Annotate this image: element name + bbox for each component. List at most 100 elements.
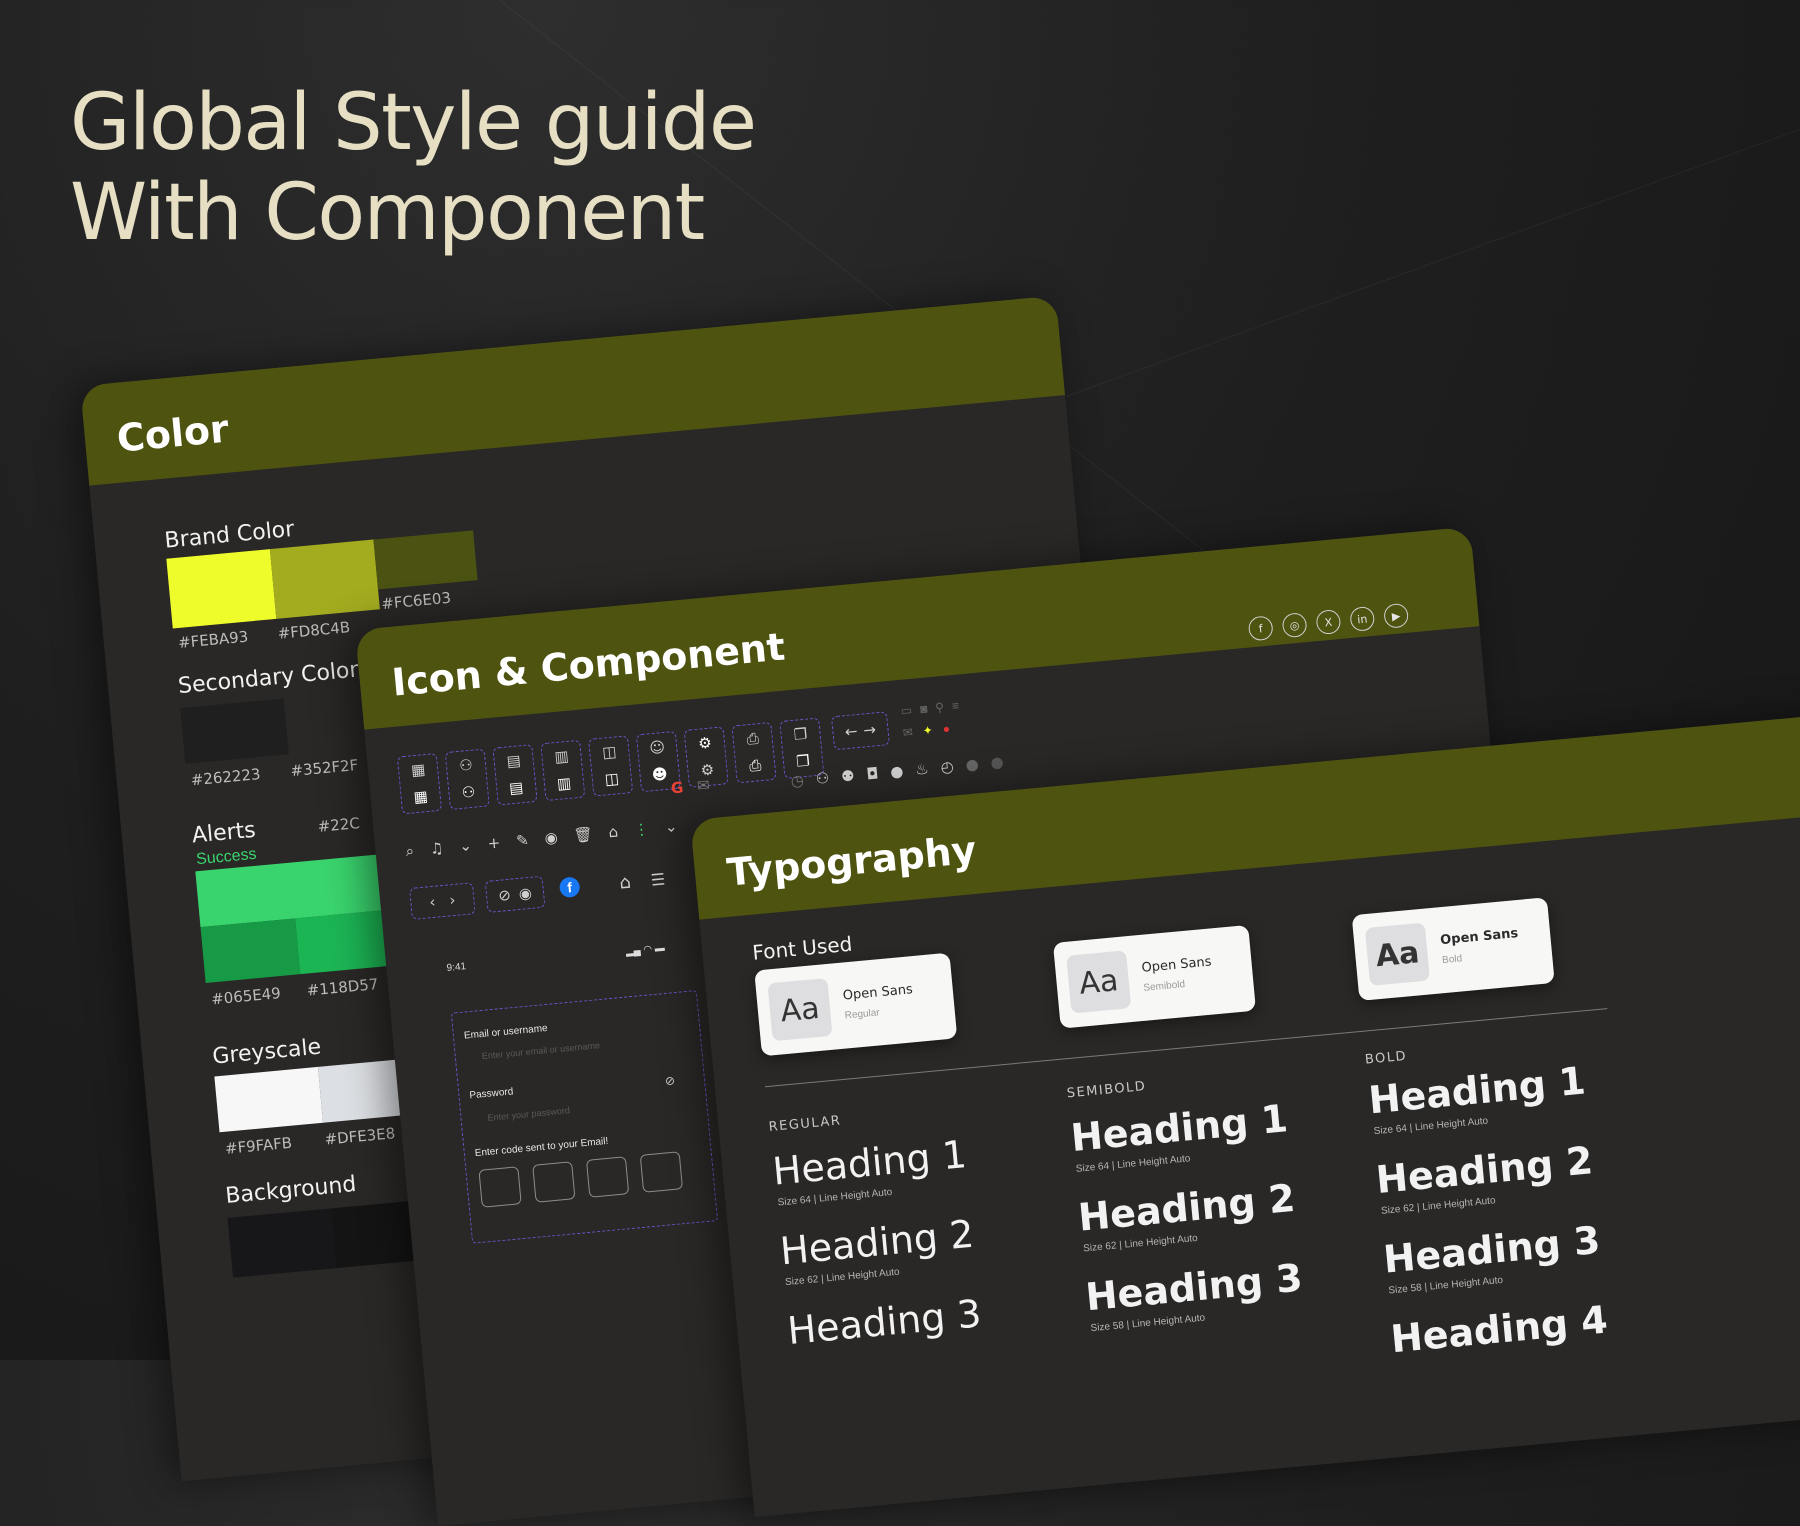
status-bar-icons: ▂▄ ◠ ▬ bbox=[625, 942, 666, 958]
linkedin-icon[interactable]: in bbox=[1349, 605, 1376, 632]
greyscale-hex-1: #F9FAFB bbox=[224, 1133, 293, 1158]
brand-hex-1: #FEBA93 bbox=[177, 627, 250, 652]
visibility-pair: ⊘ ◉ bbox=[484, 875, 546, 913]
table-icon-variants: ▥ ▥ bbox=[540, 739, 586, 802]
trash-icon[interactable]: 🗑 bbox=[573, 825, 594, 845]
search-icon[interactable]: ⌕ bbox=[405, 842, 415, 861]
greyscale-swatch-2 bbox=[317, 1059, 403, 1123]
edit-icon[interactable]: ✎ bbox=[515, 831, 529, 850]
alerts-hex-1: #065E49 bbox=[210, 984, 282, 1009]
bold-column-label: BOLD bbox=[1364, 1048, 1408, 1068]
font-sample-regular: Aa bbox=[767, 978, 833, 1042]
arrow-icon-pair: ← → bbox=[831, 711, 890, 751]
camera-icon: ◘ bbox=[865, 764, 880, 784]
chevron-right-icon[interactable]: › bbox=[449, 890, 457, 908]
chevron-icon[interactable]: ⌄ bbox=[664, 817, 678, 836]
arrow-right-icon[interactable]: → bbox=[863, 720, 877, 739]
otp-label: Enter code sent to your Email! bbox=[474, 1135, 609, 1160]
kebab-icon[interactable]: ⋮ bbox=[633, 820, 650, 839]
semibold-column-label: SEMIBOLD bbox=[1066, 1079, 1147, 1102]
hero-title: Global Style guide With Component bbox=[70, 78, 757, 258]
semibold-heading-2: Heading 2 bbox=[1076, 1175, 1297, 1240]
youtube-icon[interactable]: ▶ bbox=[1383, 602, 1410, 629]
pin-icon: ⚲ bbox=[934, 699, 945, 715]
bell-icon[interactable]: ♫ bbox=[429, 839, 444, 858]
color-card-title: Color bbox=[115, 406, 231, 461]
menu-icon: ≡ bbox=[951, 698, 960, 714]
social-brand-row: f ⌂ ☰ bbox=[558, 868, 666, 899]
background-swatch-2 bbox=[331, 1200, 417, 1269]
regular-heading-2: Heading 2 bbox=[778, 1211, 976, 1274]
list-document-icon[interactable]: ☰ bbox=[650, 869, 666, 889]
semibold-heading-1: Heading 1 bbox=[1068, 1096, 1290, 1161]
font-weight-bold: Bold bbox=[1441, 953, 1463, 967]
chevron-pair: ‹ › bbox=[409, 882, 476, 920]
bold-heading-3: Heading 3 bbox=[1381, 1217, 1603, 1282]
action-icons-row: ⌕ ♫ ⌄ + ✎ ◉ 🗑 ⌂ ⋮ ⌄ bbox=[405, 817, 678, 861]
clock-icon: ◷ bbox=[790, 771, 805, 791]
facebook-logo-icon[interactable]: f bbox=[558, 876, 581, 899]
background-line bbox=[1000, 112, 1800, 421]
x-twitter-icon[interactable]: X bbox=[1315, 608, 1342, 636]
camera-icon: ◙ bbox=[919, 701, 928, 717]
users-icon: ⚉ bbox=[840, 766, 856, 786]
sparkle-icon: ✦ bbox=[922, 723, 934, 738]
font-name-semibold: Open Sans bbox=[1140, 954, 1213, 976]
chevron-down-icon[interactable]: ⌄ bbox=[458, 836, 472, 855]
font-chip-bold: Aa Open Sans Bold bbox=[1351, 897, 1555, 1001]
eye-icon[interactable]: ◉ bbox=[544, 828, 559, 847]
background-swatch-1 bbox=[227, 1208, 337, 1278]
calendar-icon-variants: ▤ ▤ bbox=[492, 744, 538, 806]
group-icon-variants: ⚇ ⚇ bbox=[444, 748, 490, 810]
plus-icon[interactable]: + bbox=[487, 834, 501, 853]
chevron-left-icon[interactable]: ‹ bbox=[429, 892, 437, 910]
home-icon[interactable]: ⌂ bbox=[608, 823, 619, 842]
envelope-icon[interactable]: ✉ bbox=[696, 776, 710, 795]
regular-column-label: REGULAR bbox=[768, 1113, 842, 1136]
google-icon[interactable]: G bbox=[670, 778, 684, 797]
secondary-color-label: Secondary Color bbox=[177, 657, 360, 700]
alerts-swatch-2 bbox=[295, 909, 395, 975]
secondary-hex-1: #262223 bbox=[190, 765, 262, 790]
email-input[interactable]: Enter your email or username bbox=[481, 1040, 600, 1061]
grid-icon-variants: ▦ ▦ bbox=[396, 752, 443, 815]
brand-icons-row: G ✉ bbox=[670, 776, 724, 798]
email-label: Email or username bbox=[463, 1022, 549, 1042]
greyscale-hex-2: #DFE3E8 bbox=[323, 1124, 396, 1149]
record-dot-icon: ● bbox=[989, 752, 1005, 772]
otp-box-3[interactable] bbox=[585, 1156, 630, 1198]
otp-box-1[interactable] bbox=[478, 1166, 522, 1208]
hero-title-line-1: Global Style guide bbox=[70, 78, 757, 168]
otp-box-2[interactable] bbox=[532, 1161, 576, 1203]
arrow-left-icon[interactable]: ← bbox=[844, 722, 858, 741]
video-icon: ▭ bbox=[900, 702, 913, 718]
alerts-label: Alerts bbox=[190, 817, 257, 849]
eye-off-icon[interactable]: ⊘ bbox=[497, 885, 511, 904]
bold-heading-4: Heading 4 bbox=[1388, 1297, 1610, 1362]
brand-swatch-3 bbox=[373, 530, 478, 590]
eye-icon[interactable]: ◉ bbox=[518, 883, 533, 902]
alerts-swatch-1 bbox=[200, 918, 301, 983]
font-weight-regular: Regular bbox=[844, 1007, 881, 1022]
font-sample-semibold: Aa bbox=[1066, 950, 1132, 1014]
alerts-hex-2: #118D57 bbox=[305, 975, 380, 1000]
mail-icon: ✉ bbox=[902, 724, 914, 740]
brand-swatch-1 bbox=[166, 549, 277, 629]
password-input[interactable]: Enter your password bbox=[487, 1105, 570, 1123]
facebook-icon[interactable]: f bbox=[1247, 615, 1274, 642]
alerts-hex-top: #22C bbox=[316, 814, 361, 836]
printer-icon-variants: ⎙ ⎙ bbox=[731, 721, 777, 784]
hero-title-line-2: With Component bbox=[70, 168, 705, 258]
font-name-bold: Open Sans bbox=[1439, 926, 1519, 949]
otp-box-4[interactable] bbox=[639, 1151, 684, 1193]
calendar-clock-icon-variants: ◫ ◫ bbox=[588, 735, 634, 797]
icon-card-title: Icon & Component bbox=[390, 624, 787, 705]
instagram-icon[interactable]: ◎ bbox=[1281, 612, 1308, 639]
eye-off-icon[interactable]: ⊘ bbox=[664, 1073, 675, 1088]
font-chip-regular: Aa Open Sans Regular bbox=[754, 952, 958, 1057]
regular-heading-1: Heading 1 bbox=[770, 1131, 969, 1194]
timer-icon: ◴ bbox=[939, 757, 955, 777]
home-outline-icon[interactable]: ⌂ bbox=[618, 871, 631, 893]
secondary-hex-2: #352F2F bbox=[289, 755, 360, 781]
secondary-swatch-1 bbox=[180, 698, 289, 764]
